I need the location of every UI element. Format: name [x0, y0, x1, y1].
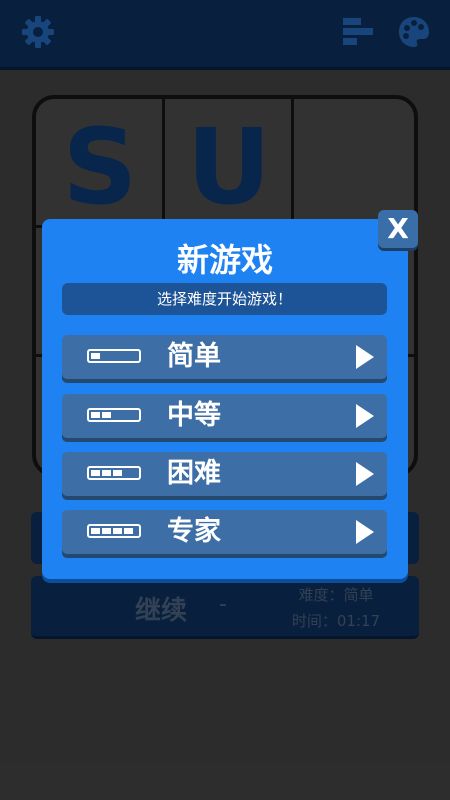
dialog-title: 新游戏	[176, 241, 273, 279]
difficulty-option-medium[interactable]: 中等	[62, 394, 387, 438]
close-button[interactable]: X	[378, 210, 418, 248]
play-arrow-icon	[356, 462, 374, 486]
play-arrow-icon	[356, 345, 374, 369]
difficulty-label: 中等	[167, 400, 221, 431]
difficulty-meter-icon	[87, 466, 141, 480]
difficulty-meter-icon	[87, 408, 141, 422]
difficulty-meter-icon	[87, 524, 141, 538]
difficulty-meter-icon	[87, 349, 141, 363]
new-game-dialog: 新游戏 选择难度开始游戏！ 简单 中等 困难 专家	[42, 219, 408, 579]
difficulty-option-hard[interactable]: 困难	[62, 452, 387, 496]
difficulty-option-expert[interactable]: 专家	[62, 510, 387, 554]
dialog-subtitle: 选择难度开始游戏！	[62, 283, 387, 315]
difficulty-label: 困难	[167, 458, 221, 489]
play-arrow-icon	[356, 404, 374, 428]
difficulty-label: 简单	[167, 341, 221, 372]
difficulty-option-easy[interactable]: 简单	[62, 335, 387, 379]
play-arrow-icon	[356, 520, 374, 544]
difficulty-label: 专家	[167, 516, 221, 547]
